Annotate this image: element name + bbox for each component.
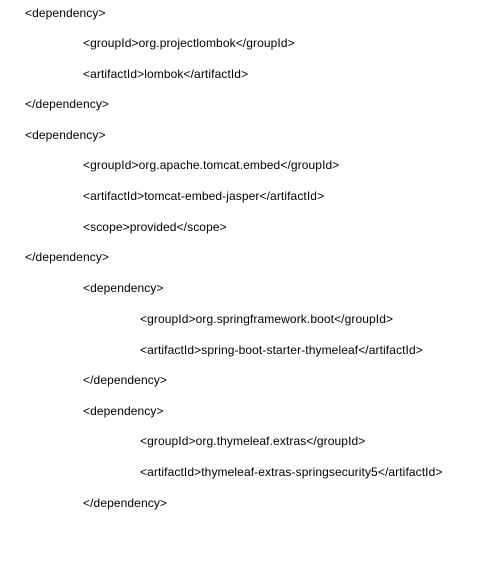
artifact-id-line: <artifactId>tomcat-embed-jasper</artifac… (83, 189, 325, 203)
dependency-open-line: <dependency> (25, 6, 106, 20)
document-page: <dependency> <groupId>org.projectlombok<… (0, 0, 487, 563)
artifact-id-line: <artifactId>lombok</artifactId> (83, 67, 249, 81)
artifact-id-line: <artifactId>spring-boot-starter-thymelea… (140, 343, 423, 357)
group-id-line: <groupId>org.projectlombok</groupId> (83, 36, 295, 50)
dependency-close-line: </dependency> (83, 373, 168, 387)
dependency-close-line: </dependency> (25, 250, 110, 264)
dependency-close-line: </dependency> (25, 97, 110, 111)
dependency-close-line: </dependency> (83, 496, 168, 510)
scope-line: <scope>provided</scope> (83, 220, 227, 234)
group-id-line: <groupId>org.springframework.boot</group… (140, 312, 394, 326)
artifact-id-line: <artifactId>thymeleaf-extras-springsecur… (140, 465, 443, 479)
group-id-line: <groupId>org.apache.tomcat.embed</groupI… (83, 158, 340, 172)
dependency-open-line: <dependency> (25, 128, 106, 142)
group-id-line: <groupId>org.thymeleaf.extras</groupId> (140, 434, 366, 448)
dependency-open-line: <dependency> (83, 281, 164, 295)
dependency-open-line: <dependency> (83, 404, 164, 418)
